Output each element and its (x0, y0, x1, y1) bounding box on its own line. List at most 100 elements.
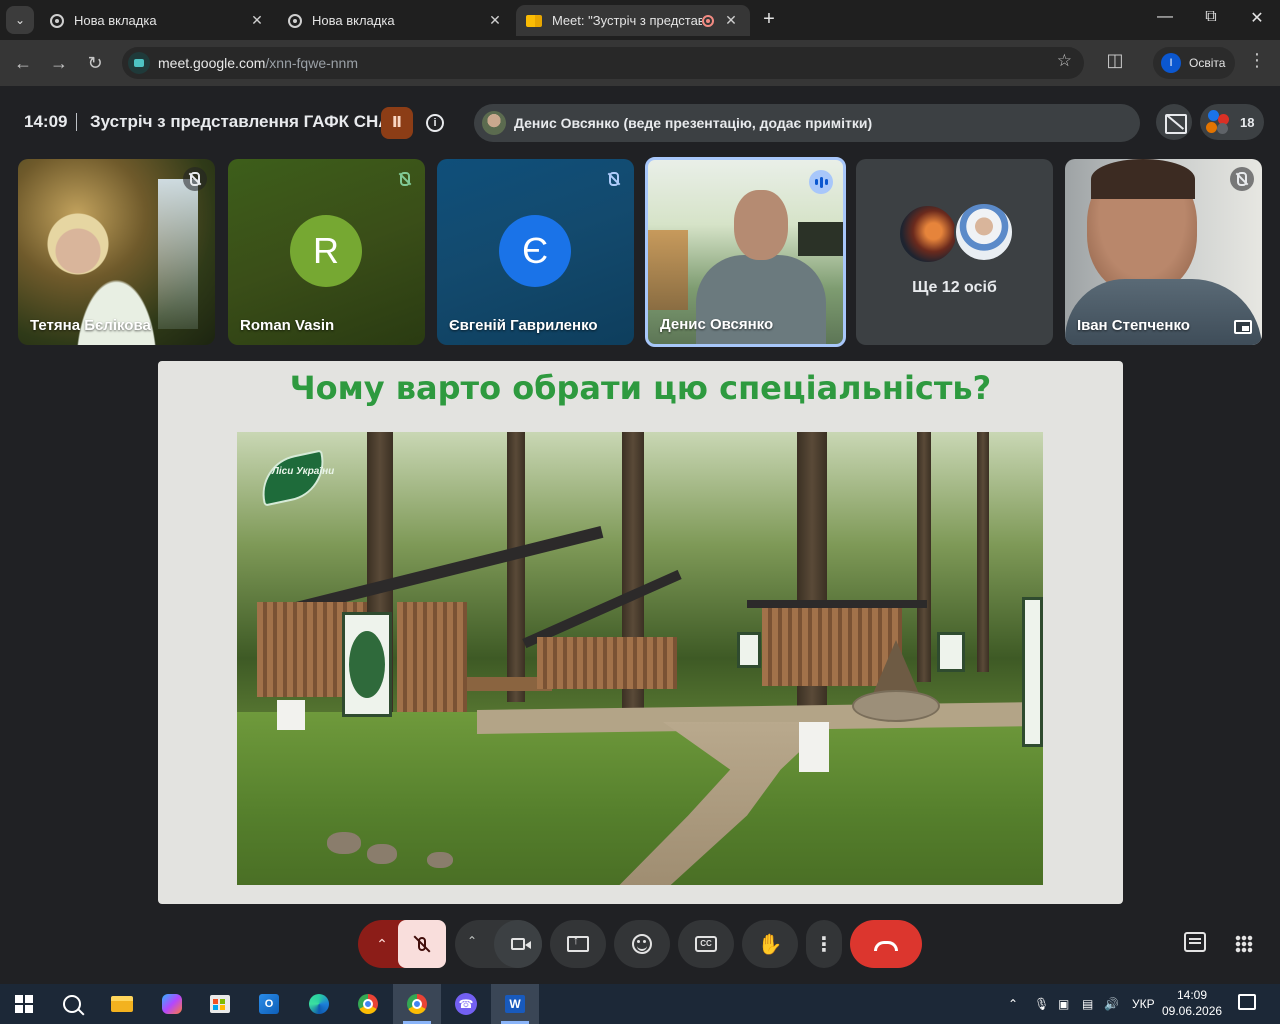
presentation-slide: Чому варто обрати цю спеціальність? Ліси… (158, 361, 1123, 904)
speaking-indicator-icon (809, 170, 833, 194)
display-tray-icon[interactable]: ▣ (1058, 984, 1069, 1024)
host-controls-icon[interactable]: Ⅱ (381, 107, 413, 139)
presenter-banner[interactable]: Денис Овсянко (веде презентацію, додає п… (474, 104, 1140, 142)
copilot-button[interactable] (148, 984, 196, 1024)
participant-name: Євгеній Гавриленко (449, 317, 598, 334)
participant-tile-active-speaker[interactable]: Денис Овсянко (645, 157, 846, 347)
muted-mic-icon (1230, 167, 1254, 191)
bookmark-star-icon[interactable]: ☆ (1057, 51, 1072, 71)
pip-icon[interactable] (1234, 320, 1252, 334)
participants-count: 18 (1240, 114, 1255, 130)
reload-icon[interactable]: ↻ (82, 50, 108, 76)
input-language[interactable]: УКР (1132, 984, 1155, 1024)
captions-button[interactable]: CC (678, 920, 734, 968)
more-options-button[interactable]: ⋮ (806, 920, 842, 968)
leave-call-button[interactable] (850, 920, 922, 968)
tab-new-2[interactable]: Нова вкладка ✕ (278, 5, 514, 36)
edge-icon (309, 994, 329, 1014)
meeting-info-icon[interactable]: i (426, 114, 444, 132)
muted-mic-icon (393, 167, 417, 191)
windows-taskbar: O ☎ W ⌃ 🎙 ▣ ▤ 🔊 УКР 14:09 09.06.2026 (0, 984, 1280, 1024)
participants-button[interactable]: 18 (1200, 104, 1264, 140)
avatar: I (1161, 53, 1181, 73)
video-settings-chevron-icon[interactable]: ⌃ (467, 934, 477, 948)
captions-icon: CC (695, 936, 717, 952)
slide-photo: Ліси України (237, 432, 1043, 885)
unmute-microphone-button[interactable] (398, 920, 446, 968)
chat-icon[interactable] (1184, 932, 1206, 952)
viber-button[interactable]: ☎ (442, 984, 490, 1024)
clock-time: 14:09 (1176, 988, 1208, 1002)
edge-button[interactable] (295, 984, 343, 1024)
muted-mic-icon (602, 167, 626, 191)
video-feed (1065, 279, 1262, 345)
more-participants-tile[interactable]: Ще 12 осіб (856, 159, 1053, 345)
chrome-icon (407, 994, 427, 1014)
screen: ⌄ Нова вкладка ✕ Нова вкладка ✕ Meet: "З… (0, 0, 1280, 1024)
chrome-button[interactable] (344, 984, 392, 1024)
chrome-profile-button[interactable] (393, 984, 441, 1024)
site-info-icon[interactable] (128, 52, 150, 74)
restore-icon[interactable]: ⧉ (1196, 8, 1226, 26)
notifications-icon[interactable] (1238, 994, 1256, 1010)
tab-label: Нова вкладка (312, 13, 395, 28)
participant-name: Іван Степченко (1077, 317, 1190, 334)
taskbar-search-button[interactable] (48, 984, 96, 1024)
tab-meet[interactable]: Meet: "Зустріч з представл ✕ (516, 5, 750, 36)
close-tab-icon[interactable]: ✕ (486, 12, 504, 29)
hang-up-icon (874, 941, 898, 951)
video-feed-background (158, 179, 198, 329)
close-tab-icon[interactable]: ✕ (722, 12, 740, 29)
video-feed-background (798, 222, 843, 256)
back-icon[interactable]: ← (10, 50, 36, 76)
camera-button[interactable] (494, 920, 542, 968)
raise-hand-button[interactable]: ✋ (742, 920, 798, 968)
minimize-icon[interactable]: — (1150, 8, 1180, 26)
chrome-tab-icon (50, 13, 64, 28)
microphone-control: ⌃ (358, 920, 446, 968)
participant-tile[interactable]: Іван Степченко (1065, 159, 1262, 345)
extensions-icon[interactable]: ◫ (1104, 50, 1126, 72)
close-tab-icon[interactable]: ✕ (248, 12, 266, 29)
tab-new-1[interactable]: Нова вкладка ✕ (40, 5, 276, 36)
search-icon (63, 995, 81, 1013)
show-hidden-icons-icon[interactable]: ⌃ (1008, 984, 1018, 1024)
participant-tile[interactable]: R Roman Vasin (228, 159, 425, 345)
more-options-icon: ⋮ (814, 933, 834, 956)
participant-tile[interactable]: Є Євгеній Гавриленко (437, 159, 634, 345)
profile-button[interactable]: I Освіта (1153, 47, 1235, 79)
file-explorer-button[interactable] (98, 984, 146, 1024)
microphone-tray-icon[interactable]: 🎙 (1034, 984, 1049, 1024)
new-tab-button[interactable]: + (758, 8, 780, 31)
start-button[interactable] (0, 984, 48, 1024)
url-host: meet.google.com (158, 55, 266, 71)
url-path: /xnn-fqwe-nnm (265, 55, 358, 71)
word-button[interactable]: W (491, 984, 539, 1024)
close-window-icon[interactable]: ✕ (1242, 8, 1272, 28)
presenter-avatar (482, 111, 506, 135)
browser-menu-icon[interactable]: ⋮ (1248, 50, 1266, 71)
volume-icon[interactable]: 🔊 (1104, 984, 1119, 1024)
browser-tab-strip: ⌄ Нова вкладка ✕ Нова вкладка ✕ Meet: "З… (0, 0, 1280, 40)
browser-toolbar: ← → ↻ meet.google.com/xnn-fqwe-nnm ☆ ◫ I… (0, 40, 1280, 86)
activities-icon[interactable] (1235, 935, 1253, 953)
network-icon[interactable]: ▤ (1082, 984, 1093, 1024)
hide-self-view-icon[interactable] (1156, 104, 1192, 140)
forward-icon[interactable]: → (46, 50, 72, 76)
address-bar[interactable]: meet.google.com/xnn-fqwe-nnm ☆ (122, 47, 1084, 79)
video-feed (734, 190, 788, 260)
avatar: R (290, 215, 362, 287)
meet-icon (526, 14, 542, 27)
chrome-tab-icon (288, 13, 302, 28)
avatar (898, 204, 958, 264)
present-screen-button[interactable] (550, 920, 606, 968)
video-feed (1091, 159, 1195, 199)
taskbar-clock[interactable]: 14:09 09.06.2026 (1162, 987, 1222, 1019)
participant-tile[interactable]: Тетяна Бєлікова (18, 159, 215, 345)
outlook-button[interactable]: O (245, 984, 293, 1024)
reactions-button[interactable] (614, 920, 670, 968)
store-button[interactable] (196, 984, 244, 1024)
camera-icon (511, 938, 531, 950)
present-screen-icon (567, 933, 589, 952)
tab-search-icon[interactable]: ⌄ (6, 6, 34, 34)
